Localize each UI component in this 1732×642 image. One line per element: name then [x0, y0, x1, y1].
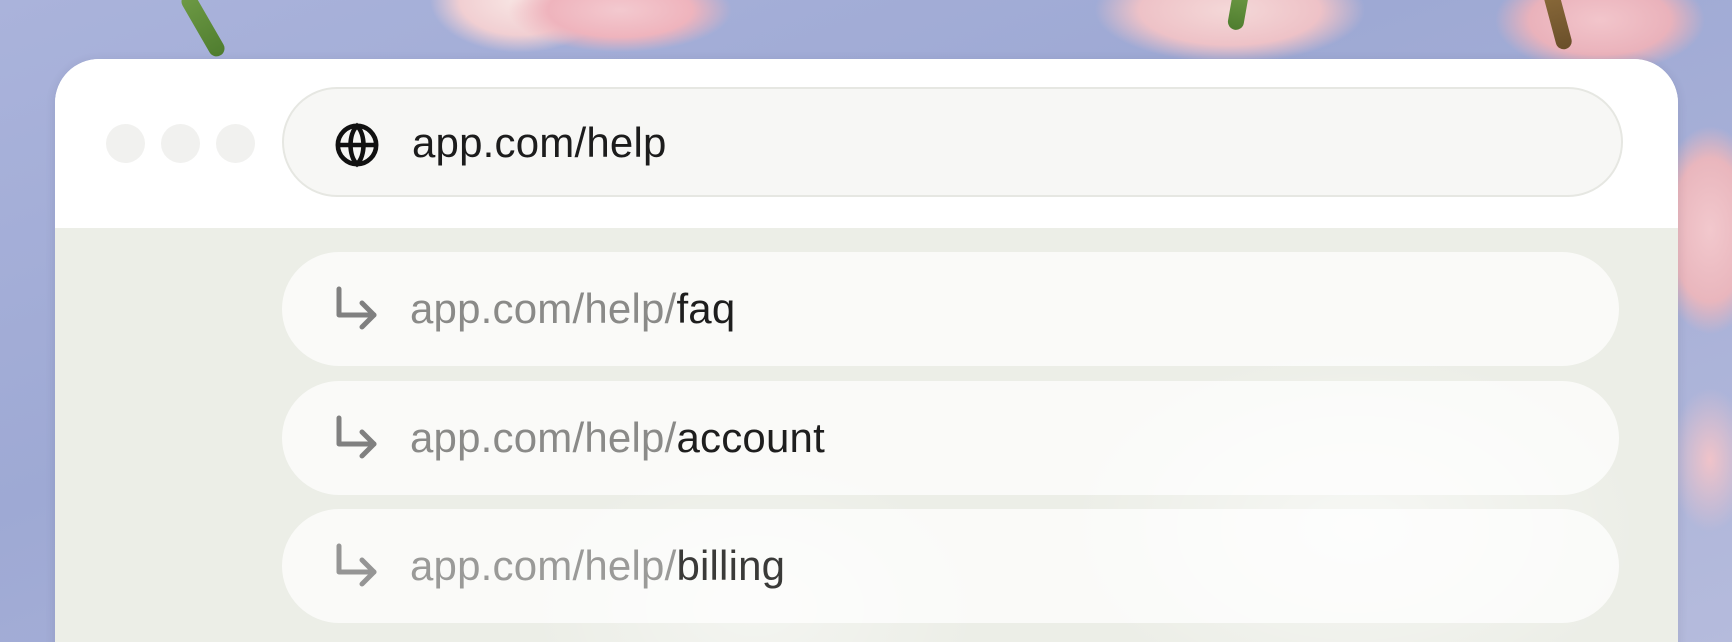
flower-stem	[1542, 0, 1574, 52]
return-arrow-icon	[336, 543, 377, 587]
suggestion-text: app.com/help/faq	[410, 282, 735, 336]
suggestion-item-account[interactable]: app.com/help/account	[282, 381, 1619, 495]
suggestion-prefix: app.com/help/	[410, 414, 677, 461]
suggestion-suffix: account	[676, 414, 825, 461]
flower-stem	[178, 0, 228, 60]
suggestion-suffix: faq	[676, 285, 736, 332]
flower-stem	[1226, 0, 1250, 32]
title-bar: app.com/help	[55, 59, 1678, 228]
suggestion-suffix: billing	[676, 542, 786, 589]
globe-icon	[335, 122, 379, 168]
browser-window: app.com/help app.com/help/faq app.com/he…	[55, 59, 1678, 642]
address-bar[interactable]: app.com/help	[282, 87, 1623, 197]
suggestion-text: app.com/help/billing	[410, 539, 785, 593]
window-control-dot[interactable]	[106, 124, 145, 163]
suggestion-item-billing[interactable]: app.com/help/billing	[282, 509, 1619, 623]
suggestion-item-faq[interactable]: app.com/help/faq	[282, 252, 1619, 366]
suggestion-dropdown: app.com/help/faq app.com/help/account ap…	[55, 228, 1678, 642]
window-control-dot[interactable]	[161, 124, 200, 163]
suggestion-prefix: app.com/help/	[410, 542, 677, 589]
suggestion-prefix: app.com/help/	[410, 285, 677, 332]
suggestion-text: app.com/help/account	[410, 411, 825, 465]
url-text[interactable]: app.com/help	[412, 116, 667, 170]
return-arrow-icon	[336, 415, 377, 459]
window-control-dot[interactable]	[216, 124, 255, 163]
return-arrow-icon	[336, 286, 377, 330]
